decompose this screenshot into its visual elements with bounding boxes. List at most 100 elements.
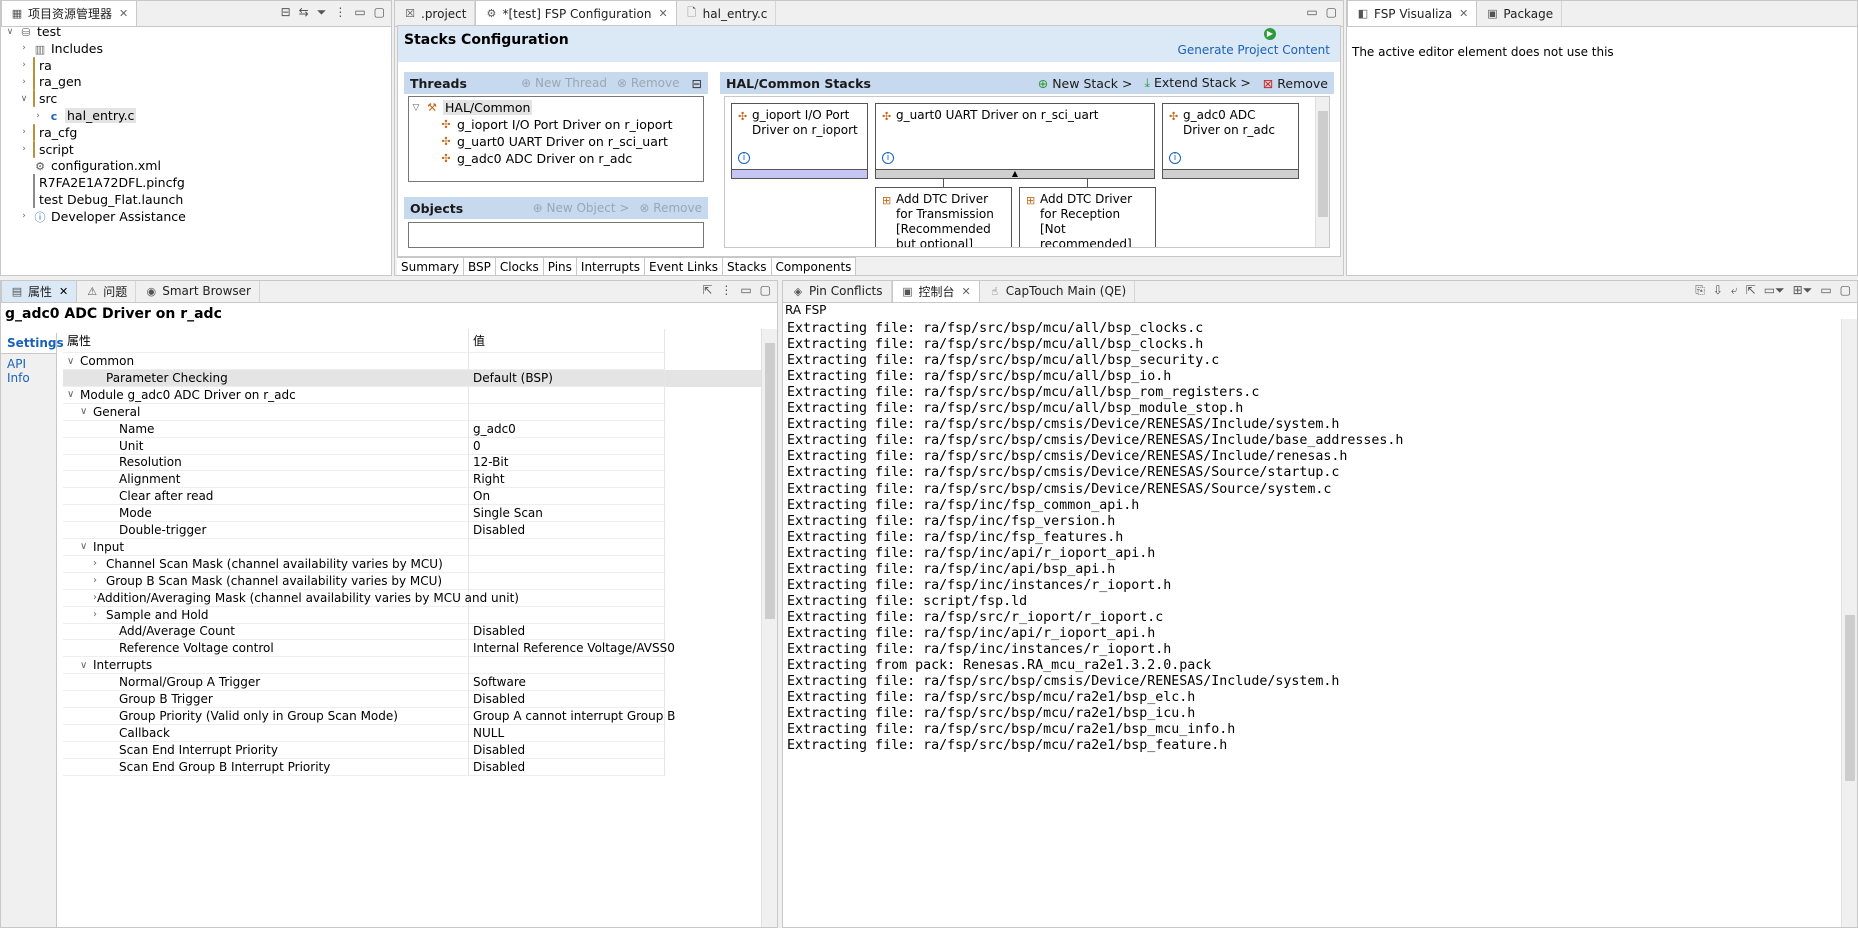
tab-console[interactable]: ▣ 控制台 ✕ bbox=[891, 281, 980, 302]
tab-captouch[interactable]: ☝ CapTouch Main (QE) bbox=[980, 281, 1136, 302]
chevron-down-icon[interactable]: ∨ bbox=[67, 389, 80, 400]
chevron-right-icon[interactable]: › bbox=[93, 609, 106, 620]
stack-block-ioport[interactable]: ✣ g_ioport I/O Port Driver on r_ioport i bbox=[731, 103, 868, 179]
property-row[interactable]: Scan End Group B Interrupt Priority Disab… bbox=[63, 758, 761, 776]
property-row[interactable]: › Channel Scan Mask (channel availability… bbox=[63, 555, 761, 573]
project-tree-item[interactable]: › ▥ Includes bbox=[19, 40, 103, 57]
property-value[interactable]: Disabled bbox=[469, 522, 665, 539]
side-tab-settings[interactable]: Settings bbox=[1, 333, 64, 354]
tab-problems[interactable]: ⚠ 问题 bbox=[77, 281, 137, 302]
console-output[interactable]: Extracting file: ra/fsp/src/bsp/mcu/all/… bbox=[783, 315, 1839, 927]
stack-block-uart[interactable]: ✣ g_uart0 UART Driver on r_sci_uart i ▲ bbox=[875, 103, 1155, 179]
project-tree-item[interactable]: › ra_cfg bbox=[19, 123, 77, 141]
property-row[interactable]: Mode Single Scan bbox=[63, 505, 761, 523]
project-tree-item[interactable]: › ra_gen bbox=[19, 73, 82, 91]
chevron-right-icon[interactable]: › bbox=[93, 558, 106, 569]
column-header-value[interactable]: 值 bbox=[469, 329, 665, 353]
close-icon[interactable]: ✕ bbox=[962, 285, 971, 298]
tab-project-file[interactable]: ☒ .project bbox=[395, 1, 476, 26]
tab-hal-entry[interactable]: 🗋 hal_entry.c bbox=[677, 1, 777, 26]
extend-stack-button[interactable]: ⤓ Extend Stack > bbox=[1145, 75, 1251, 91]
chevron-right-icon[interactable]: › bbox=[19, 211, 29, 221]
property-row[interactable]: ∨ Module g_adc0 ADC Driver on r_adc bbox=[63, 386, 761, 404]
chevron-right-icon[interactable]: › bbox=[19, 77, 29, 87]
tab-pin-conflicts[interactable]: ◈ Pin Conflicts bbox=[783, 281, 892, 302]
editor-page-tab[interactable]: Interrupts bbox=[577, 258, 645, 275]
thread-item[interactable]: ✣ g_ioport I/O Port Driver on r_ioport bbox=[439, 116, 672, 133]
property-row[interactable]: Add/Average Count Disabled bbox=[63, 623, 761, 641]
maximize-icon[interactable]: ▢ bbox=[1840, 283, 1851, 298]
property-row[interactable]: Clear after read On bbox=[63, 488, 761, 506]
editor-page-tab[interactable]: Pins bbox=[544, 258, 577, 275]
editor-page-tab[interactable]: Components bbox=[772, 258, 857, 275]
minimize-icon[interactable]: ▭ bbox=[354, 5, 365, 20]
link-editor-icon[interactable]: ⇆ bbox=[299, 5, 309, 20]
property-value[interactable]: Disabled bbox=[469, 741, 665, 759]
chevron-down-icon[interactable]: ∨ bbox=[80, 660, 93, 671]
chevron-down-icon[interactable]: ∨ bbox=[80, 541, 93, 552]
project-tree-item[interactable]: ⚙ configuration.xml bbox=[19, 157, 161, 174]
chevron-right-icon[interactable]: › bbox=[19, 144, 29, 154]
property-value[interactable]: g_adc0 bbox=[469, 420, 665, 438]
property-value[interactable]: 12-Bit bbox=[469, 454, 665, 472]
remove-stack-button[interactable]: ⊠ Remove bbox=[1263, 76, 1328, 91]
info-icon[interactable]: i bbox=[1169, 152, 1181, 164]
minimize-icon[interactable]: ▭ bbox=[740, 283, 751, 297]
project-tree-item[interactable]: › script bbox=[19, 140, 74, 158]
property-value[interactable] bbox=[469, 403, 665, 421]
open-console-icon[interactable]: ⊞⏷ bbox=[1793, 283, 1813, 298]
display-console-icon[interactable]: ▭⏷ bbox=[1764, 283, 1785, 298]
property-value[interactable] bbox=[469, 555, 665, 573]
property-value[interactable]: Disabled bbox=[469, 758, 665, 776]
tab-properties[interactable]: ▤ 属性 ✕ bbox=[1, 281, 78, 302]
property-value[interactable]: NULL bbox=[469, 724, 665, 742]
properties-scrollbar[interactable] bbox=[761, 329, 777, 927]
column-header-property[interactable]: 属性 bbox=[63, 329, 469, 353]
new-object-button[interactable]: ⊕ New Object > bbox=[533, 201, 630, 215]
info-icon[interactable]: i bbox=[882, 152, 894, 164]
project-tree-item[interactable]: test Debug_Flat.launch bbox=[19, 191, 183, 208]
project-tree-item[interactable]: › c hal_entry.c bbox=[33, 107, 137, 124]
property-row[interactable]: Normal/Group A Trigger Software bbox=[63, 674, 761, 692]
view-menu-icon[interactable]: ⋮ bbox=[720, 283, 732, 297]
filter-icon[interactable]: ⏷ bbox=[317, 5, 327, 20]
property-value[interactable]: Disabled bbox=[469, 691, 665, 708]
property-value[interactable] bbox=[469, 572, 665, 590]
tab-package[interactable]: ▣ Package bbox=[1477, 1, 1563, 26]
collapse-icon[interactable]: ⊟ bbox=[692, 76, 702, 91]
property-value[interactable]: Single Scan bbox=[469, 505, 665, 523]
project-tree-item[interactable]: ∨ src bbox=[19, 90, 57, 108]
property-value[interactable]: Internal Reference Voltage/AVSS0 bbox=[469, 640, 675, 658]
close-icon[interactable]: ✕ bbox=[1459, 7, 1468, 20]
property-value[interactable]: Right bbox=[469, 471, 665, 489]
scroll-thumb[interactable] bbox=[1845, 615, 1855, 781]
new-thread-button[interactable]: ⊕ New Thread bbox=[521, 76, 607, 90]
thread-item[interactable]: ✣ g_uart0 UART Driver on r_sci_uart bbox=[439, 133, 668, 150]
property-value[interactable]: Software bbox=[469, 674, 665, 692]
collapse-all-icon[interactable]: ⊟ bbox=[281, 5, 291, 20]
property-row[interactable]: Scan End Interrupt Priority Disabled bbox=[63, 741, 761, 759]
close-icon[interactable]: ✕ bbox=[119, 7, 128, 20]
property-row[interactable]: › Sample and Hold bbox=[63, 606, 761, 624]
property-value[interactable] bbox=[469, 353, 665, 370]
editor-page-tab[interactable]: Stacks bbox=[723, 258, 772, 275]
property-row[interactable]: Parameter Checking Default (BSP) bbox=[63, 369, 761, 387]
console-scrollbar[interactable] bbox=[1841, 319, 1857, 927]
new-stack-button[interactable]: ⊕ New Stack > bbox=[1038, 76, 1133, 91]
thread-item[interactable]: ✣ g_adc0 ADC Driver on r_adc bbox=[439, 150, 632, 167]
editor-page-tab[interactable]: Event Links bbox=[645, 258, 724, 275]
property-value[interactable]: Default (BSP) bbox=[469, 369, 665, 387]
remove-object-button[interactable]: ⊗ Remove bbox=[639, 201, 702, 215]
generate-icon[interactable]: ▶ bbox=[1264, 28, 1276, 40]
stacks-scrollbar[interactable] bbox=[1315, 97, 1329, 247]
property-row[interactable]: ∨ Interrupts bbox=[63, 657, 761, 675]
stack-block-adc[interactable]: ✣ g_adc0 ADC Driver on r_adc i bbox=[1162, 103, 1299, 179]
editor-page-tab[interactable]: Summary bbox=[397, 258, 464, 275]
property-row[interactable]: Name g_adc0 bbox=[63, 420, 761, 438]
clear-console-icon[interactable]: ⎘ bbox=[1695, 283, 1705, 298]
project-tree-item[interactable]: ∨ ⛁ test bbox=[5, 23, 61, 40]
property-row[interactable]: Group B Trigger Disabled bbox=[63, 691, 761, 708]
tab-smart-browser[interactable]: ◉ Smart Browser bbox=[136, 281, 260, 302]
chevron-down-icon[interactable]: ∨ bbox=[19, 94, 29, 104]
chevron-right-icon[interactable]: › bbox=[19, 60, 29, 70]
